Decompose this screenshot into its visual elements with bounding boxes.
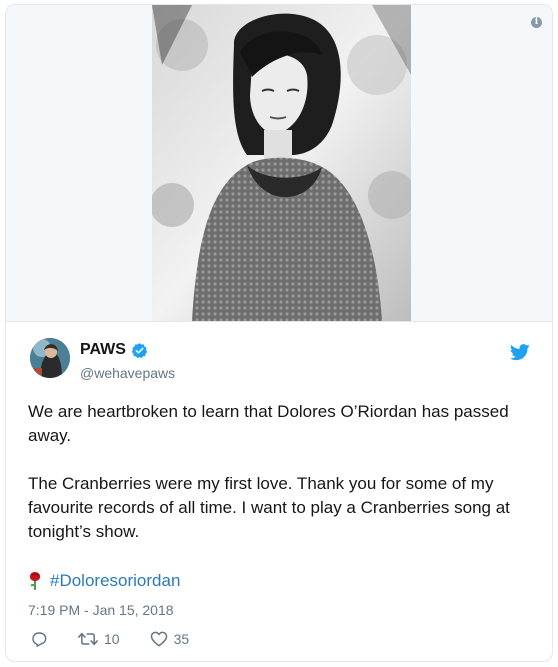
avatar[interactable]: [30, 338, 70, 378]
tweet-embed: i PAWS @wehavepaws We are heartbroken to…: [5, 4, 553, 662]
tweet-actions: 10 35: [30, 630, 219, 648]
like-count: 35: [173, 631, 190, 647]
photo-image: [152, 5, 411, 321]
info-icon[interactable]: i: [531, 17, 542, 28]
author-handle[interactable]: @wehavepaws: [80, 365, 175, 381]
author-name[interactable]: PAWS: [80, 341, 126, 359]
retweet-count: 10: [104, 631, 120, 647]
tweet-body: PAWS @wehavepaws We are heartbroken to l…: [6, 322, 552, 661]
tweet-paragraph: The Cranberries were my first love. Than…: [28, 474, 510, 541]
author-name-row[interactable]: PAWS: [80, 341, 148, 359]
retweet-icon: [78, 632, 98, 646]
retweet-button[interactable]: 10: [78, 630, 120, 648]
reply-button[interactable]: [30, 630, 48, 648]
tweet-timestamp[interactable]: 7:19 PM - Jan 15, 2018: [28, 602, 174, 618]
tweet-photo[interactable]: [152, 5, 411, 321]
avatar-image: [30, 338, 70, 378]
hashtag-link[interactable]: #Doloresoriordan: [50, 571, 180, 591]
hashtag-row: #Doloresoriordan: [28, 571, 180, 591]
verified-badge-icon: [131, 342, 148, 358]
tweet-paragraph: We are heartbroken to learn that Dolores…: [28, 402, 509, 445]
rose-icon: [29, 572, 41, 590]
twitter-bird-icon[interactable]: [510, 344, 530, 361]
like-button[interactable]: 35: [150, 630, 190, 648]
tweet-media[interactable]: i: [6, 5, 552, 321]
heart-icon: [150, 631, 167, 647]
tweet-text: We are heartbroken to learn that Dolores…: [28, 400, 538, 568]
reply-icon: [32, 632, 47, 647]
